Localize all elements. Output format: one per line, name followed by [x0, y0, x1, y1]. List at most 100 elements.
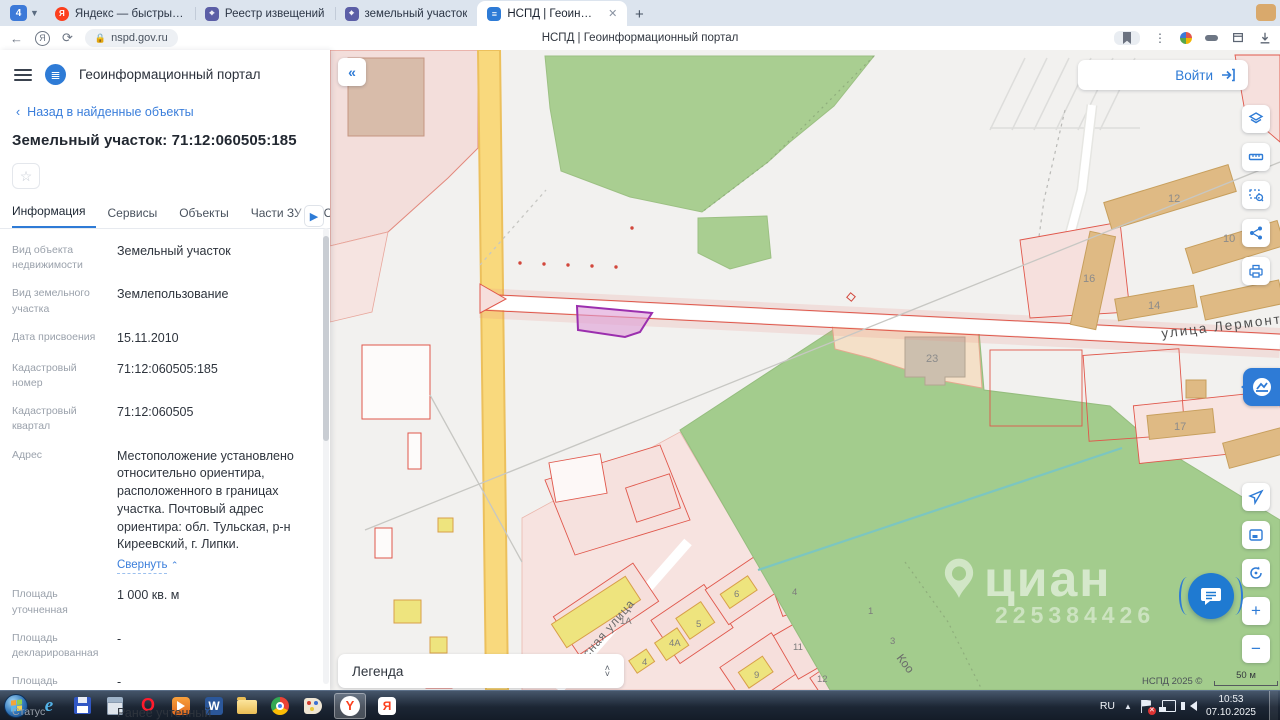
login-bar[interactable]: Войти: [1078, 60, 1248, 90]
map-canvas[interactable]: 12 10 16 14 23 17 1А 5 4А 4 6 4 9 11 12 …: [330, 50, 1280, 690]
zoom-in-button[interactable]: +: [1242, 597, 1270, 625]
portal-logo: ≣: [45, 64, 66, 85]
select-area-button[interactable]: [1242, 181, 1270, 209]
house-label: 3: [890, 636, 895, 647]
field-label: Кадастровый квартал: [12, 405, 77, 433]
field-value: -: [117, 631, 122, 646]
incognito-mask-icon[interactable]: [1205, 35, 1218, 41]
share-button[interactable]: [1242, 219, 1270, 247]
scale-label: 50 м: [1236, 670, 1256, 681]
feedback-map-tool[interactable]: [1241, 368, 1280, 406]
chat-bubble-icon: [1201, 588, 1221, 605]
volume-icon[interactable]: [1180, 701, 1197, 711]
yandex-home-icon[interactable]: Я: [35, 30, 50, 46]
tab-reestr[interactable]: Реестр извещений: [194, 1, 335, 26]
print-button[interactable]: [1242, 257, 1270, 285]
extension-icon[interactable]: [1180, 32, 1192, 44]
tab-zemelny[interactable]: земельный участок: [334, 1, 478, 26]
field-value: Местоположение установлено относительно …: [117, 448, 304, 575]
new-tab-button[interactable]: +: [627, 2, 651, 26]
yandex-browser-icon: Y: [340, 695, 360, 716]
more-menu-icon[interactable]: ⋮: [1153, 31, 1167, 45]
house-label: 6: [734, 589, 739, 600]
emblem-favicon: [344, 6, 359, 21]
tab-title: Реестр извещений: [224, 7, 325, 20]
house-label: 4: [792, 587, 797, 598]
clock[interactable]: 10:53 07.10.2025: [1206, 693, 1260, 719]
lock-icon: 🔒: [94, 32, 107, 43]
chevron-up-icon[interactable]: ⌃: [171, 560, 179, 570]
field-row: Вид объекта недвижимости Земельный участ…: [12, 243, 304, 273]
tab-objects[interactable]: Объекты: [168, 206, 240, 228]
action-center-icon[interactable]: [1140, 699, 1156, 715]
taskbar-yandex-app[interactable]: Я: [375, 694, 399, 718]
house-label: 1: [868, 606, 873, 617]
minimap-button[interactable]: [1242, 521, 1270, 549]
collections-icon[interactable]: [1231, 31, 1245, 45]
tray-expand-icon[interactable]: ▲: [1124, 702, 1132, 711]
tab-parts[interactable]: Части ЗУ: [240, 206, 313, 228]
back-to-results-link[interactable]: ‹ Назад в найденные объекты: [0, 91, 330, 119]
search-extent-button[interactable]: [1242, 559, 1270, 587]
field-row: Дата присвоения 15.11.2010: [12, 330, 304, 348]
clock-date: 07.10.2025: [1205, 707, 1256, 718]
network-icon[interactable]: [1158, 700, 1176, 712]
browser-tabbar: 4 ▼ Я Яндекс — быстрый поиск Реестр изве…: [0, 0, 1280, 26]
back-icon[interactable]: ←: [10, 31, 23, 46]
chat-button[interactable]: [1179, 573, 1243, 619]
yandex-favicon: Я: [54, 6, 69, 21]
zoom-out-button[interactable]: −: [1242, 635, 1270, 663]
map-attribution: НСПД 2025 ©: [1142, 676, 1203, 687]
field-value: Ранее учтенный: [117, 705, 212, 720]
legend-bar[interactable]: Легенда ˄ ˅: [338, 654, 624, 688]
tab-nspd-active[interactable]: НСПД | Геоинформаци ✕: [477, 1, 628, 26]
sidebar-scrollbar[interactable]: [323, 228, 329, 684]
field-row-address: Адрес Местоположение установлено относит…: [12, 448, 304, 575]
favorite-star-button[interactable]: ☆: [12, 163, 40, 189]
field-label: Площадь декларированная: [12, 631, 99, 659]
locate-me-button[interactable]: [1242, 483, 1270, 511]
field-value: -: [117, 675, 122, 690]
sketch-icon: [1252, 378, 1271, 396]
house-label: 4: [642, 657, 647, 668]
building-label: 17: [1174, 421, 1186, 433]
tab-title: НСПД | Геоинформаци: [507, 7, 598, 20]
house-label: 4А: [669, 638, 681, 649]
collapse-panel-button[interactable]: «: [338, 58, 366, 86]
language-indicator[interactable]: RU: [1100, 700, 1115, 712]
browser-toolbar: ← Я ⟳ 🔒 nspd.gov.ru НСПД | Геоинформацио…: [0, 26, 1280, 50]
address-bar[interactable]: 🔒 nspd.gov.ru: [84, 29, 178, 47]
tabs-scroll-right-button[interactable]: ▶: [304, 205, 324, 227]
tab-close-icon[interactable]: ✕: [608, 7, 617, 20]
hamburger-menu-icon[interactable]: [14, 68, 32, 81]
scrollbar-thumb[interactable]: [323, 236, 329, 441]
tab-group-button[interactable]: 4 ▼: [4, 0, 45, 26]
panel-header: ≣ Геоинформационный портал: [0, 50, 330, 91]
map-viewport[interactable]: 12 10 16 14 23 17 1А 5 4А 4 6 4 9 11 12 …: [330, 50, 1280, 690]
field-value: 71:12:060505: [117, 405, 194, 420]
tab-title: Яндекс — быстрый поиск: [74, 7, 185, 20]
download-icon[interactable]: [1258, 31, 1272, 45]
layers-button[interactable]: [1242, 105, 1270, 133]
scale-line: [1214, 681, 1278, 686]
field-row: Площадь декларированная -: [12, 631, 304, 661]
house-label: 11: [793, 642, 803, 653]
collapse-address-link[interactable]: Свернуть: [117, 557, 168, 575]
screen: 4 ▼ Я Яндекс — быстрый поиск Реестр изве…: [0, 0, 1280, 720]
ruler-button[interactable]: [1242, 143, 1270, 171]
taskbar-yandex-browser-active[interactable]: Y: [334, 692, 366, 719]
legend-label: Легенда: [352, 663, 404, 679]
refresh-icon[interactable]: ⟳: [62, 30, 73, 46]
profile-avatar[interactable]: [1256, 4, 1276, 21]
expand-collapse-icon[interactable]: ˄ ˅: [605, 664, 610, 679]
bookmark-icon[interactable]: [1114, 31, 1140, 45]
tab-count-badge: 4: [10, 5, 27, 21]
tab-information[interactable]: Информация: [12, 204, 97, 228]
tab-services[interactable]: Сервисы: [96, 206, 168, 228]
field-value: Земельный участок: [117, 244, 231, 258]
tab-yandex-search[interactable]: Я Яндекс — быстрый поиск: [45, 1, 195, 26]
address-text: nspd.gov.ru: [111, 32, 168, 44]
show-desktop-button[interactable]: [1269, 691, 1278, 720]
parcel-title: Земельный участок: 71:12:060505:185: [12, 132, 297, 149]
field-value: 71:12:060505:185: [117, 361, 218, 376]
